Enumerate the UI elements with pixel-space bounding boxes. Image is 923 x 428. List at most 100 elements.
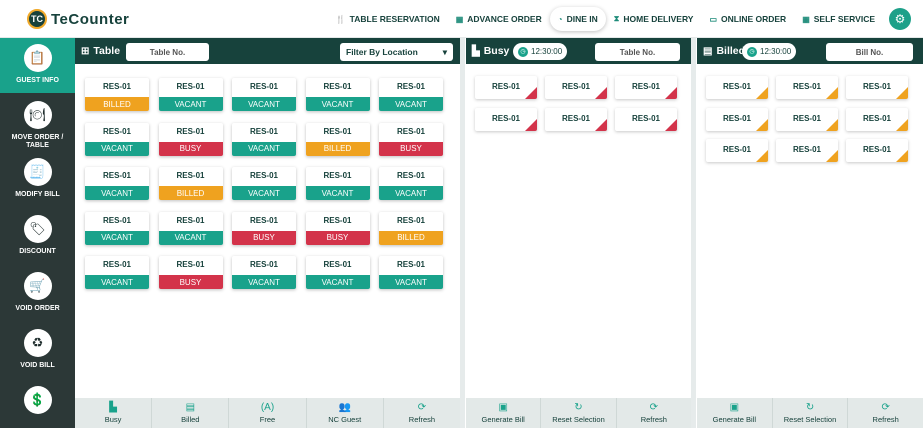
table-status-badge: BUSY <box>158 141 223 156</box>
busy-panel-title: ▙ Busy <box>472 45 509 57</box>
footer-label: Refresh <box>640 415 667 424</box>
table-card[interactable]: RES-01 VACANT <box>379 256 443 289</box>
billed-table-card[interactable]: RES-01 <box>776 76 838 99</box>
table-card[interactable]: RES-01 VACANT <box>85 211 149 245</box>
busy-table-card[interactable]: RES-01 <box>475 76 537 99</box>
footer-label: Generate Bill <box>712 415 757 424</box>
table-card[interactable]: RES-01 VACANT <box>305 256 370 289</box>
nav-table-reservation[interactable]: 🍴 TABLE RESERVATION <box>328 7 448 31</box>
busy-table-card[interactable]: RES-01 <box>545 107 607 131</box>
table-card[interactable]: RES-01 BILLED <box>158 167 223 200</box>
location-filter-select[interactable]: Filter By Location ▾ <box>340 43 453 61</box>
table-status-badge: VACANT <box>85 186 149 200</box>
nav-label: TABLE RESERVATION <box>349 14 440 24</box>
table-card[interactable]: RES-01 BUSY <box>305 211 370 245</box>
table-card[interactable]: RES-01 BUSY <box>158 256 223 289</box>
table-card[interactable]: RES-01 BILLED <box>305 122 370 156</box>
table-card[interactable]: RES-01 VACANT <box>85 256 149 289</box>
refresh-button[interactable]: ⟳ Refresh <box>384 398 460 428</box>
table-card[interactable]: RES-01 VACANT <box>305 167 370 200</box>
top-nav: 🍴 TABLE RESERVATION ▦ ADVANCE ORDER ◔ DINE IN… <box>328 7 883 31</box>
nc-guest-button[interactable]: 👥 NC Guest <box>307 398 384 428</box>
busy-table-card[interactable]: RES-01 <box>545 76 607 99</box>
table-card[interactable]: RES-01 VACANT <box>379 167 443 200</box>
filter-label: Filter By Location <box>346 47 418 57</box>
table-panel-footer: ▙ Busy ▤ Billed (A) Free 👥 NC Guest ⟳ Refresh <box>75 398 460 428</box>
top-bar: TC TeCounter 🍴 TABLE RESERVATION ▦ ADVANCE … <box>0 0 923 38</box>
table-status-badge: BUSY <box>232 230 296 245</box>
reset-selection-button[interactable]: ↻ Reset Selection <box>541 398 617 428</box>
table-card[interactable]: RES-01 VACANT <box>85 122 149 156</box>
void-order-icon: 🛒 <box>23 272 52 300</box>
table-card[interactable]: RES-01 BILLED <box>379 211 443 245</box>
billed-table-card[interactable]: RES-01 <box>706 76 768 99</box>
busy-button[interactable]: ▙ Busy <box>75 398 153 428</box>
billed-table-card[interactable]: RES-01 <box>846 107 908 131</box>
free-button[interactable]: (A) Free <box>229 398 307 428</box>
table-card[interactable]: RES-01 VACANT <box>158 211 223 245</box>
billed-table-card[interactable]: RES-01 <box>776 139 838 162</box>
table-card[interactable]: RES-01 VACANT <box>232 167 296 200</box>
table-card[interactable]: RES-01 BUSY <box>232 211 296 245</box>
table-id: RES-01 <box>102 82 131 91</box>
busy-table-card[interactable]: RES-01 <box>475 107 537 131</box>
billed-table-card[interactable]: RES-01 <box>706 139 768 162</box>
sidebar-item-void-bill[interactable]: ♻ VOID BILL <box>0 323 75 378</box>
app-logo[interactable]: TC TeCounter <box>27 9 129 29</box>
refresh-button[interactable]: ⟳ Refresh <box>617 398 691 428</box>
sidebar-item-more[interactable]: 💲 <box>0 380 75 428</box>
nav-dine-in[interactable]: ◔ DINE IN <box>549 7 606 31</box>
sidebar-item-guest-info[interactable]: 📋 GUEST INFO <box>0 38 75 93</box>
sidebar-item-move-order-table[interactable]: 🍽 MOVE ORDER / TABLE <box>0 95 75 150</box>
bill-icon: ▤ <box>185 402 196 413</box>
sidebar-item-void-order[interactable]: 🛒 VOID ORDER <box>0 266 75 321</box>
nav-self-service[interactable]: ▦ SELF SERVICE <box>794 7 883 31</box>
table-search-input[interactable]: Table No. <box>126 43 209 61</box>
table-status-badge: VACANT <box>232 141 296 156</box>
table-card[interactable]: RES-01 VACANT <box>85 167 149 200</box>
busy-search-input[interactable]: Table No. <box>595 43 680 61</box>
footer-label: Reset Selection <box>783 415 837 424</box>
table-card[interactable]: RES-01 VACANT <box>232 122 296 156</box>
panel-divider <box>460 38 465 428</box>
generate-bill-button[interactable]: ▣ Generate Bill <box>697 398 773 428</box>
table-id: RES-01 <box>102 260 131 269</box>
table-card[interactable]: RES-01 VACANT <box>305 78 370 111</box>
free-icon: (A) <box>260 402 275 413</box>
billed-table-card[interactable]: RES-01 <box>706 107 768 131</box>
billed-table-card[interactable]: RES-01 <box>776 107 838 131</box>
table-card[interactable]: RES-01 VACANT <box>232 78 296 111</box>
sidebar-item-discount[interactable]: 🏷 DISCOUNT <box>0 209 75 264</box>
sidebar-item-modify-bill[interactable]: 🧾 MODIFY BILL <box>0 152 75 207</box>
table-card[interactable]: RES-01 BILLED <box>85 78 149 111</box>
billed-time-badge: ◷ 12:30:00 <box>742 43 797 60</box>
sidebar-item-label: GUEST INFO <box>16 77 59 84</box>
refresh-button[interactable]: ⟳ Refresh <box>848 398 923 428</box>
status-corner <box>595 87 607 99</box>
footer-label: Busy <box>104 415 122 424</box>
table-card[interactable]: RES-01 BUSY <box>158 122 223 156</box>
generate-bill-button[interactable]: ▣ Generate Bill <box>466 398 542 428</box>
billed-table-card[interactable]: RES-01 <box>846 76 908 99</box>
table-card[interactable]: RES-01 VACANT <box>379 78 443 111</box>
busy-table-card[interactable]: RES-01 <box>615 76 677 99</box>
table-id: RES-01 <box>323 215 352 225</box>
nav-home-delivery[interactable]: ⧗ HOME DELIVERY <box>606 7 702 31</box>
sidebar: 📋 GUEST INFO 🍽 MOVE ORDER / TABLE 🧾 MODIFY BI… <box>0 38 75 428</box>
table-card[interactable]: RES-01 VACANT <box>158 78 223 111</box>
table-card[interactable]: RES-01 VACANT <box>232 256 296 289</box>
table-id: RES-01 <box>396 126 425 136</box>
edit-bill-icon: 🧾 <box>23 158 52 186</box>
settings-button[interactable]: ⚙ <box>889 8 911 30</box>
nav-online-order[interactable]: ▭ ONLINE ORDER <box>701 7 794 31</box>
busy-table-card[interactable]: RES-01 <box>615 107 677 131</box>
footer-label: NC Guest <box>328 415 362 424</box>
move-table-icon: 🍽 <box>23 101 52 129</box>
billed-table-card[interactable]: RES-01 <box>846 139 908 162</box>
billed-button[interactable]: ▤ Billed <box>152 398 230 428</box>
bill-search-input[interactable]: Bill No. <box>826 43 913 61</box>
busy-panel-body: RES-01 RES-01 RES-01 RES-01 RES-01 RES-01 <box>466 64 691 398</box>
nav-advance-order[interactable]: ▦ ADVANCE ORDER <box>448 7 550 31</box>
table-card[interactable]: RES-01 BUSY <box>379 122 443 156</box>
reset-selection-button[interactable]: ↻ Reset Selection <box>773 398 849 428</box>
